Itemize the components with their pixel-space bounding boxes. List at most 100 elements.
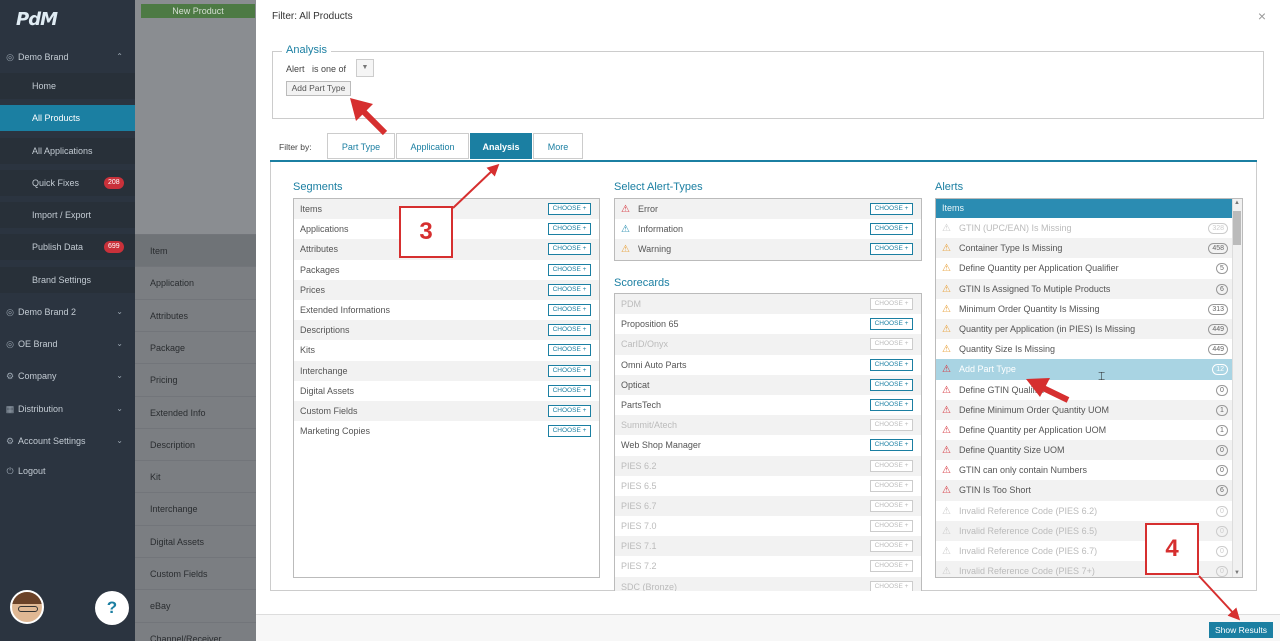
count-badge: 208 — [104, 177, 124, 189]
alert-row[interactable]: ⚠ Add Part Type 12 — [936, 359, 1242, 380]
sidebar-item-home[interactable]: Home — [0, 73, 135, 99]
background-item: Custom Fields — [135, 557, 256, 589]
error-icon: ⚠ — [942, 505, 951, 517]
choose-button[interactable]: CHOOSE + — [870, 358, 913, 371]
warning-icon: ⚠ — [942, 243, 951, 255]
alert-row[interactable]: ⚠ Define Minimum Order Quantity UOM 1 — [936, 399, 1242, 420]
alert-label: Invalid Reference Code (PIES 6.2) — [959, 505, 1098, 516]
choose-button[interactable]: CHOOSE + — [548, 263, 591, 276]
segment-row[interactable]: Interchange CHOOSE + — [294, 360, 599, 381]
sidebar-item-demo-brand[interactable]: ◎ Demo Brand ⌃ — [0, 44, 135, 70]
choose-button[interactable]: CHOOSE + — [548, 223, 591, 236]
sidebar-item-demo-brand-2[interactable]: ◎ Demo Brand 2 ⌄ — [0, 299, 135, 325]
segment-row[interactable]: Kits CHOOSE + — [294, 340, 599, 360]
sidebar-item-brand-settings[interactable]: Brand Settings — [0, 267, 135, 293]
scorecard-row[interactable]: PartsTech CHOOSE + — [615, 395, 921, 415]
scorecard-label: Opticat — [621, 379, 650, 390]
sidebar-item-distribution[interactable]: ▦ Distribution ⌄ — [0, 396, 135, 422]
sidebar-item-publish-data[interactable]: Publish Data 699 — [0, 234, 135, 260]
segment-row[interactable]: Marketing Copies CHOOSE + — [294, 421, 599, 441]
alert-row[interactable]: ⚠ Define Quantity Size UOM 0 — [936, 440, 1242, 461]
alert-row[interactable]: ⚠ Invalid Reference Code (PIES 6.2) 0 — [936, 501, 1242, 521]
show-results-button[interactable]: Show Results — [1209, 622, 1273, 638]
segment-row[interactable]: Prices CHOOSE + — [294, 279, 599, 300]
scorecard-row[interactable]: Opticat CHOOSE + — [615, 374, 921, 395]
modal-title: Filter: All Products — [272, 11, 353, 22]
tab-more[interactable]: More — [533, 133, 583, 159]
warning-icon: ⚠ — [942, 223, 951, 234]
choose-button[interactable]: CHOOSE + — [548, 324, 591, 337]
close-icon[interactable]: × — [1258, 8, 1266, 24]
alert-row[interactable]: ⚠ GTIN Is Assigned To Mutiple Products 6 — [936, 278, 1242, 299]
background-item: eBay — [135, 589, 256, 621]
scorecard-row[interactable]: Web Shop Manager CHOOSE + — [615, 435, 921, 455]
avatar[interactable] — [10, 590, 44, 624]
alert-row[interactable]: ⚠ Quantity Size Is Missing 449 — [936, 339, 1242, 359]
segment-row[interactable]: Descriptions CHOOSE + — [294, 320, 599, 341]
choose-button[interactable]: CHOOSE + — [548, 364, 591, 377]
sidebar-item-company[interactable]: ⚙ Company ⌄ — [0, 363, 135, 389]
alerts-scrollbar[interactable]: ▲ ▼ — [1232, 199, 1242, 577]
scorecard-row[interactable]: Omni Auto Parts CHOOSE + — [615, 355, 921, 375]
alert-row[interactable]: ⚠ GTIN can only contain Numbers 0 — [936, 460, 1242, 480]
tab-analysis[interactable]: Analysis — [470, 133, 532, 159]
scorecard-row: PIES 6.7 CHOOSE + — [615, 495, 921, 517]
background-item: Kit — [135, 460, 256, 492]
alert-type-row[interactable]: ⚠ Warning CHOOSE + — [615, 239, 921, 260]
scroll-thumb[interactable] — [1233, 211, 1241, 245]
choose-button[interactable]: CHOOSE + — [870, 318, 913, 331]
tab-part-type[interactable]: Part Type — [327, 133, 395, 159]
alert-row[interactable]: ⚠ GTIN Is Too Short 6 — [936, 480, 1242, 501]
sidebar-item-logout[interactable]: ⏻ Logout — [0, 458, 135, 484]
sidebar-item-label: Demo Brand 2 — [18, 307, 77, 317]
sidebar-item-quick-fixes[interactable]: Quick Fixes 208 — [0, 170, 135, 196]
alert-row[interactable]: ⚠ Define GTIN Qualifier 0 — [936, 380, 1242, 400]
alert-row[interactable]: ⚠ Quantity per Application (in PIES) Is M… — [936, 318, 1242, 340]
help-button[interactable]: ? — [95, 591, 129, 625]
sidebar-item-import-export[interactable]: Import / Export — [0, 202, 135, 228]
sidebar-item-all-applications[interactable]: All Applications — [0, 138, 135, 164]
alert-row[interactable]: ⚠ Minimum Order Quantity Is Missing 313 — [936, 299, 1242, 319]
alert-label: Add Part Type — [959, 364, 1016, 375]
choose-button[interactable]: CHOOSE + — [548, 303, 591, 316]
choose-button[interactable]: CHOOSE + — [870, 223, 913, 236]
choose-button[interactable]: CHOOSE + — [548, 404, 591, 417]
scroll-up-icon[interactable]: ▲ — [1234, 200, 1240, 206]
sidebar-item-label: Home — [32, 81, 57, 91]
choose-button[interactable]: CHOOSE + — [548, 344, 591, 357]
sidebar-item-account-settings[interactable]: ⚙ Account Settings ⌄ — [0, 428, 135, 454]
choose-button[interactable]: CHOOSE + — [548, 283, 591, 296]
filter-by-label: Filter by: — [279, 142, 312, 152]
add-part-type-chip[interactable]: Add Part Type — [286, 81, 351, 96]
scorecard-row[interactable]: Proposition 65 CHOOSE + — [615, 314, 921, 334]
choose-button[interactable]: CHOOSE + — [870, 378, 913, 391]
choose-button[interactable]: CHOOSE + — [548, 384, 591, 397]
choose-button[interactable]: CHOOSE + — [548, 203, 591, 215]
alert-row[interactable]: ⚠ GTIN (UPC/EAN) Is Missing 328 — [936, 218, 1242, 238]
alert-row[interactable]: ⚠ Define Quantity per Application UOM 1 — [936, 420, 1242, 440]
segment-row[interactable]: Extended Informations CHOOSE + — [294, 300, 599, 320]
alert-row[interactable]: ⚠ Define Quantity per Application Qualifi… — [936, 258, 1242, 278]
alert-type-row[interactable]: ⚠ Information CHOOSE + — [615, 219, 921, 239]
alert-row[interactable]: ⚠ Container Type Is Missing 458 — [936, 238, 1242, 259]
choose-button[interactable]: CHOOSE + — [870, 398, 913, 411]
choose-button[interactable]: CHOOSE + — [870, 243, 913, 256]
segment-row[interactable]: Packages CHOOSE + — [294, 260, 599, 280]
sidebar-item-oe-brand[interactable]: ◎ OE Brand ⌄ — [0, 331, 135, 357]
choose-button[interactable]: CHOOSE + — [870, 439, 913, 452]
choose-button[interactable]: CHOOSE + — [548, 425, 591, 438]
segment-label: Prices — [300, 284, 326, 295]
scroll-down-icon[interactable]: ▼ — [1234, 570, 1240, 576]
operator-label[interactable]: is one of — [312, 64, 346, 74]
chevron-down-icon[interactable]: ▼ — [356, 59, 374, 77]
warning-icon: ⚠ — [942, 283, 951, 295]
background-item: Description — [135, 427, 256, 460]
choose-button[interactable]: CHOOSE + — [548, 243, 591, 256]
info-icon: ⚠ — [621, 224, 630, 236]
segment-row[interactable]: Custom Fields CHOOSE + — [294, 400, 599, 422]
segment-row[interactable]: Digital Assets CHOOSE + — [294, 381, 599, 401]
tab-application[interactable]: Application — [396, 133, 469, 159]
sidebar-item-all-products[interactable]: All Products — [0, 105, 135, 131]
choose-button[interactable]: CHOOSE + — [870, 203, 913, 215]
alert-type-row[interactable]: ⚠ Error CHOOSE + — [615, 199, 921, 220]
